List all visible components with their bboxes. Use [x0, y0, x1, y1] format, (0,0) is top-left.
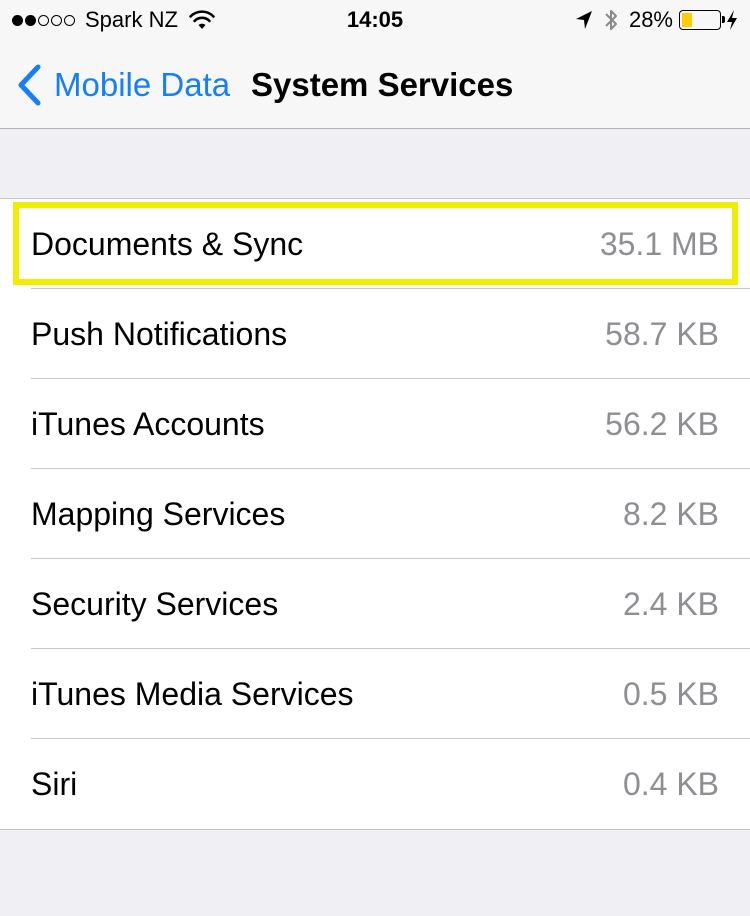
service-name: Mapping Services — [31, 496, 286, 532]
bluetooth-icon — [605, 10, 617, 30]
service-name: iTunes Media Services — [31, 676, 354, 712]
service-data-usage: 0.5 KB — [622, 676, 719, 712]
list-item-itunes-media-services[interactable]: iTunes Media Services 0.5 KB — [0, 649, 750, 739]
list-item-siri[interactable]: Siri 0.4 KB — [0, 739, 750, 829]
list-item-itunes-accounts[interactable]: iTunes Accounts 56.2 KB — [0, 379, 750, 469]
chevron-left-icon — [18, 64, 41, 106]
service-data-usage: 2.4 KB — [622, 586, 719, 622]
back-button-label: Mobile Data — [54, 66, 231, 103]
back-button[interactable]: Mobile Data — [16, 64, 230, 106]
charging-bolt-icon — [727, 10, 737, 30]
service-data-usage: 0.4 KB — [622, 766, 719, 802]
battery-fill — [682, 13, 692, 27]
battery-nub — [722, 16, 725, 23]
battery-percentage: 28% — [628, 7, 673, 32]
service-name: iTunes Accounts — [31, 406, 265, 442]
list-item-security-services[interactable]: Security Services 2.4 KB — [0, 559, 750, 649]
service-name: Push Notifications — [31, 316, 288, 352]
service-name: Documents & Sync — [31, 226, 304, 262]
status-bar: Spark NZ 14:05 28% — [0, 0, 750, 40]
service-name: Security Services — [31, 586, 279, 622]
services-list: Documents & Sync 35.1 MB Push Notificati… — [0, 198, 750, 830]
service-data-usage: 8.2 KB — [622, 496, 719, 532]
service-data-usage: 35.1 MB — [599, 226, 719, 262]
list-item-push-notifications[interactable]: Push Notifications 58.7 KB — [0, 289, 750, 379]
service-name: Siri — [31, 766, 78, 802]
battery-icon — [679, 10, 725, 30]
list-item-documents-sync[interactable]: Documents & Sync 35.1 MB — [0, 199, 750, 289]
list-item-mapping-services[interactable]: Mapping Services 8.2 KB — [0, 469, 750, 559]
service-data-usage: 56.2 KB — [605, 406, 719, 442]
navigation-bar: Mobile Data System Services — [0, 40, 750, 128]
location-arrow-icon — [575, 11, 592, 29]
service-data-usage: 58.7 KB — [605, 316, 719, 352]
screen: Spark NZ 14:05 28% Mobile Data System Se… — [0, 0, 750, 916]
page-title: System Services — [251, 66, 514, 103]
top-bar: Spark NZ 14:05 28% Mobile Data System Se… — [0, 0, 750, 129]
